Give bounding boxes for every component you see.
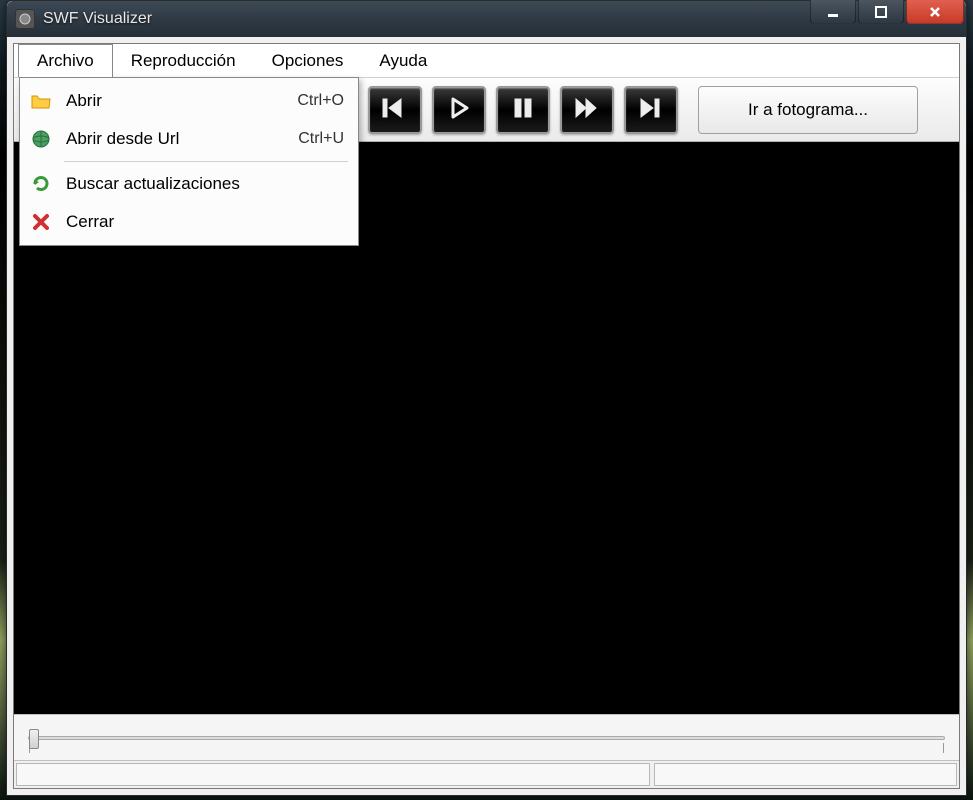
rewind-start-button[interactable]: [368, 86, 422, 134]
globe-icon: [30, 128, 52, 150]
window-controls: [810, 0, 964, 24]
goto-frame-button[interactable]: Ir a fotograma...: [698, 86, 918, 134]
play-button[interactable]: [432, 86, 486, 134]
skip-back-icon: [381, 96, 409, 124]
close-button[interactable]: [906, 0, 964, 24]
menuitem-abrir-url[interactable]: Abrir desde Url Ctrl+U: [20, 120, 358, 158]
menuitem-updates[interactable]: Buscar actualizaciones: [20, 165, 358, 203]
skip-end-button[interactable]: [624, 86, 678, 134]
menuitem-label: Cerrar: [66, 212, 344, 232]
menu-archivo[interactable]: Archivo: [18, 44, 113, 77]
menu-separator: [64, 161, 348, 162]
slider-tick-end: [943, 743, 944, 753]
titlebar[interactable]: SWF Visualizer: [7, 1, 966, 37]
menuitem-abrir[interactable]: Abrir Ctrl+O: [20, 82, 358, 120]
timeline-slider[interactable]: [28, 736, 945, 740]
menuitem-shortcut: Ctrl+U: [298, 130, 344, 148]
menu-opciones[interactable]: Opciones: [254, 44, 362, 77]
fast-forward-icon: [573, 96, 601, 124]
menuitem-cerrar[interactable]: Cerrar: [20, 203, 358, 241]
pause-icon: [511, 96, 535, 124]
close-x-icon: [30, 211, 52, 233]
menuitem-label: Abrir desde Url: [66, 129, 284, 149]
window-title: SWF Visualizer: [43, 10, 810, 28]
pause-button[interactable]: [496, 86, 550, 134]
menuitem-label: Buscar actualizaciones: [66, 174, 344, 194]
skip-forward-icon: [637, 96, 665, 124]
menuitem-label: Abrir: [66, 91, 283, 111]
app-window: SWF Visualizer Archivo Reproducción Opci…: [6, 0, 967, 796]
minimize-button[interactable]: [810, 0, 856, 24]
status-panel-left: [16, 763, 650, 786]
maximize-button[interactable]: [858, 0, 904, 24]
play-icon: [447, 96, 471, 124]
menubar: Archivo Reproducción Opciones Ayuda: [14, 44, 959, 78]
menu-reproduccion[interactable]: Reproducción: [113, 44, 254, 77]
fast-forward-button[interactable]: [560, 86, 614, 134]
archivo-dropdown: Abrir Ctrl+O Abrir desde Url Ctrl+U Busc…: [19, 77, 359, 246]
statusbar: [14, 760, 959, 788]
status-panel-right: [654, 763, 957, 786]
folder-open-icon: [30, 90, 52, 112]
timeline-slider-area: [14, 714, 959, 760]
refresh-icon: [30, 173, 52, 195]
client-area: Archivo Reproducción Opciones Ayuda: [13, 43, 960, 789]
goto-frame-label: Ir a fotograma...: [748, 100, 868, 120]
slider-thumb[interactable]: [29, 729, 39, 749]
menuitem-shortcut: Ctrl+O: [297, 92, 344, 110]
app-icon: [15, 9, 35, 29]
menu-ayuda[interactable]: Ayuda: [361, 44, 445, 77]
